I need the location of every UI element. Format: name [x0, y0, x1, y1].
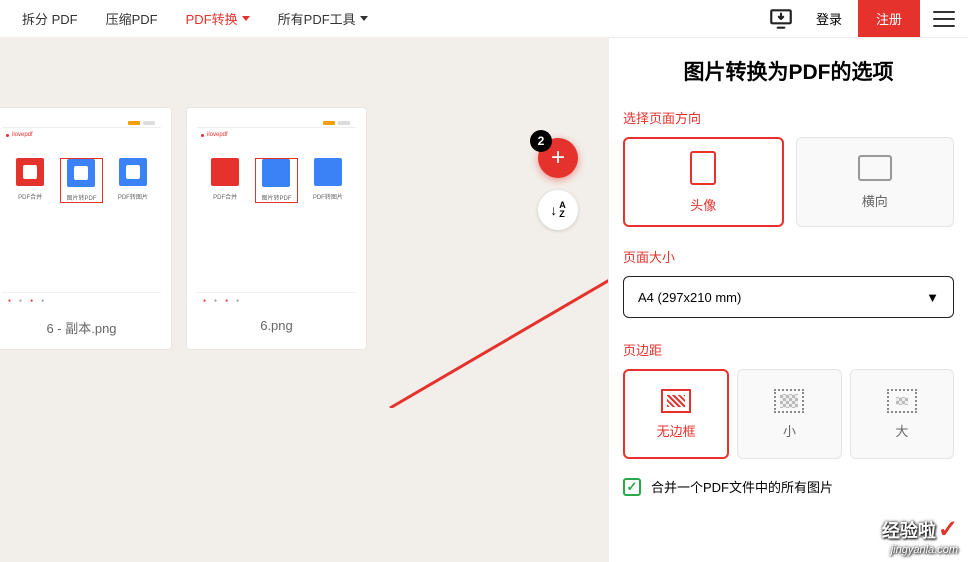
- watermark-brand: 经验啦: [882, 521, 936, 541]
- thumbnail-filename: 6.png: [197, 318, 356, 333]
- thumbnail-preview: ilovepdf PDF合并 图片转PDF PDF转图片 ●●●●: [2, 118, 161, 308]
- margin-large[interactable]: 大: [850, 369, 954, 459]
- plus-icon: +: [551, 144, 565, 172]
- sort-arrow-icon: ↓: [550, 202, 557, 218]
- check-icon: ✓: [938, 516, 958, 543]
- checkbox-checked-icon: ✓: [623, 478, 641, 496]
- thumbnail-area: ilovepdf PDF合并 图片转PDF PDF转图片 ●●●● 6 - 副本…: [0, 38, 608, 562]
- watermark-url: jingyanla.com: [882, 544, 958, 556]
- margin-small[interactable]: 小: [737, 369, 841, 459]
- orientation-section-title: 选择页面方向: [623, 108, 954, 127]
- nav-split-pdf[interactable]: 拆分 PDF: [8, 0, 92, 37]
- file-thumbnail[interactable]: ilovepdf PDF合并 图片转PDF PDF转图片 ●●●● 6.png: [187, 108, 366, 349]
- file-count-badge: 2: [530, 130, 552, 152]
- margin-small-icon: [774, 389, 804, 413]
- margin-section-title: 页边距: [623, 340, 954, 359]
- nav-convert-label: PDF转换: [186, 9, 238, 28]
- add-file-button[interactable]: + 2: [538, 138, 578, 178]
- pagesize-select[interactable]: A4 (297x210 mm) ▼: [623, 276, 954, 318]
- margin-none-icon: [661, 389, 691, 413]
- margin-large-icon: [887, 389, 917, 413]
- top-header: 拆分 PDF 压缩PDF PDF转换 所有PDF工具 登录 注册: [0, 0, 968, 38]
- orientation-landscape[interactable]: 横向: [796, 137, 955, 227]
- nav-all-tools[interactable]: 所有PDF工具: [264, 0, 382, 37]
- thumbnail-preview: ilovepdf PDF合并 图片转PDF PDF转图片 ●●●●: [197, 118, 356, 308]
- panel-title: 图片转换为PDF的选项: [623, 56, 954, 86]
- hamburger-menu-icon[interactable]: [920, 0, 968, 37]
- margin-large-label: 大: [895, 421, 908, 440]
- nav-all-tools-label: 所有PDF工具: [278, 9, 356, 28]
- chevron-down-icon: ▼: [926, 290, 939, 305]
- portrait-label: 头像: [690, 195, 716, 214]
- landscape-icon: [858, 155, 892, 181]
- options-panel: 图片转换为PDF的选项 选择页面方向 头像 横向 页面大小 A4 (297x21…: [608, 38, 968, 562]
- watermark: 经验啦✓ jingyanla.com: [882, 515, 958, 556]
- portrait-icon: [690, 151, 716, 185]
- chevron-down-icon: [242, 16, 250, 21]
- nav-compress-pdf[interactable]: 压缩PDF: [92, 0, 172, 37]
- orientation-portrait[interactable]: 头像: [623, 137, 784, 227]
- pagesize-section-title: 页面大小: [623, 247, 954, 266]
- chevron-down-icon: [360, 16, 368, 21]
- login-button[interactable]: 登录: [800, 0, 858, 37]
- file-thumbnail[interactable]: ilovepdf PDF合并 图片转PDF PDF转图片 ●●●● 6 - 副本…: [0, 108, 171, 349]
- nav-convert-pdf[interactable]: PDF转换: [172, 0, 264, 37]
- pagesize-value: A4 (297x210 mm): [638, 290, 741, 305]
- sort-az-icon: AZ: [559, 201, 566, 219]
- merge-checkbox-row[interactable]: ✓ 合并一个PDF文件中的所有图片: [623, 477, 954, 496]
- margin-none-label: 无边框: [657, 421, 696, 440]
- landscape-label: 横向: [862, 191, 888, 210]
- main-nav: 拆分 PDF 压缩PDF PDF转换 所有PDF工具: [0, 0, 382, 37]
- margin-small-label: 小: [783, 421, 796, 440]
- margin-none[interactable]: 无边框: [623, 369, 729, 459]
- register-button[interactable]: 注册: [858, 0, 920, 37]
- merge-label: 合并一个PDF文件中的所有图片: [651, 477, 833, 496]
- sort-button[interactable]: ↓ AZ: [538, 190, 578, 230]
- thumbnail-filename: 6 - 副本.png: [2, 318, 161, 337]
- download-icon[interactable]: [762, 0, 800, 37]
